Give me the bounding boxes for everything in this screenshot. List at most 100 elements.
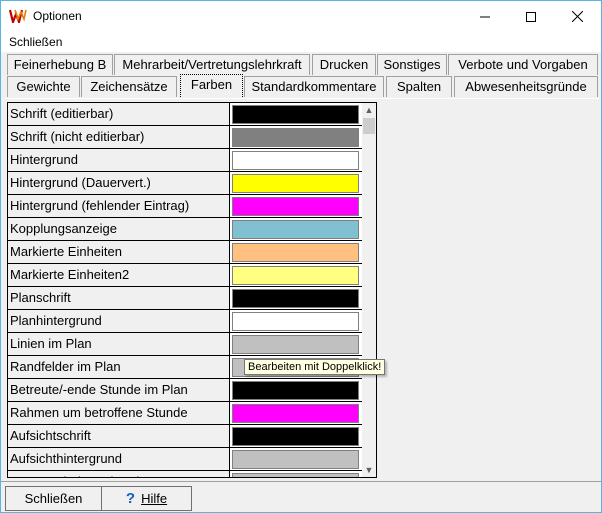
color-cell[interactable] bbox=[230, 172, 362, 195]
color-label: Aufsichthintergrund bbox=[8, 448, 230, 471]
color-cell[interactable] bbox=[230, 241, 362, 264]
color-swatch[interactable] bbox=[232, 266, 359, 285]
tab-mehrarbeit[interactable]: Mehrarbeit/Vertretungslehrkraft bbox=[114, 54, 310, 75]
tab-gewichte[interactable]: Gewichte bbox=[7, 76, 80, 97]
table-row[interactable]: Markierte Einheiten bbox=[8, 241, 376, 264]
color-cell[interactable] bbox=[230, 149, 362, 172]
minimize-icon bbox=[480, 16, 490, 17]
tab-feinerhebung-b[interactable]: Feinerhebung B bbox=[7, 54, 113, 75]
color-cell[interactable] bbox=[230, 310, 362, 333]
color-cell[interactable] bbox=[230, 103, 362, 126]
color-swatch[interactable] bbox=[232, 243, 359, 262]
table-row[interactable]: Markierte Einheiten2 bbox=[8, 264, 376, 287]
help-button-label: Hilfe bbox=[141, 491, 168, 506]
color-swatch[interactable] bbox=[232, 335, 359, 354]
tab-sonstiges[interactable]: Sonstiges bbox=[377, 54, 447, 75]
menu-close[interactable]: Schließen bbox=[9, 35, 62, 49]
table-row[interactable]: Schrift (editierbar) bbox=[8, 103, 376, 126]
maximize-button[interactable] bbox=[508, 1, 554, 32]
color-label: Planhintergrund bbox=[8, 310, 230, 333]
color-label: Hintergrund bbox=[8, 149, 230, 172]
color-swatch[interactable] bbox=[232, 473, 359, 477]
color-swatch[interactable] bbox=[232, 174, 359, 193]
table-row[interactable]: Hervorgehobene im Plan bbox=[8, 471, 376, 477]
scroll-up-icon[interactable]: ▲ bbox=[362, 103, 376, 117]
color-swatch[interactable] bbox=[232, 197, 359, 216]
options-window: Optionen Schließen Feinerhebung B Mehrar… bbox=[0, 0, 602, 513]
tab-strip: Feinerhebung B Mehrarbeit/Vertretungsleh… bbox=[1, 52, 601, 98]
color-swatch[interactable] bbox=[232, 128, 359, 147]
color-cell[interactable] bbox=[230, 333, 362, 356]
color-grid: Schrift (editierbar) Schrift (nicht editi… bbox=[7, 102, 377, 478]
button-bar: Schließen ? Hilfe bbox=[1, 481, 601, 512]
table-row[interactable]: Planschrift bbox=[8, 287, 376, 310]
help-button[interactable]: ? Hilfe bbox=[101, 486, 192, 511]
color-swatch[interactable] bbox=[232, 105, 359, 124]
color-label: Schrift (editierbar) bbox=[8, 103, 230, 126]
color-swatch[interactable] bbox=[232, 289, 359, 308]
menu-bar: Schließen bbox=[1, 32, 601, 52]
color-label: Planschrift bbox=[8, 287, 230, 310]
color-swatch[interactable] bbox=[232, 427, 359, 446]
table-row[interactable]: Linien im Plan bbox=[8, 333, 376, 356]
edit-tooltip: Bearbeiten mit Doppelklick! bbox=[244, 359, 386, 375]
color-cell[interactable] bbox=[230, 448, 362, 471]
table-row[interactable]: Betreute/-ende Stunde im Plan bbox=[8, 379, 376, 402]
help-icon: ? bbox=[125, 490, 136, 507]
minimize-button[interactable] bbox=[462, 1, 508, 32]
table-row[interactable]: Schrift (nicht editierbar) bbox=[8, 126, 376, 149]
close-button[interactable]: Schließen bbox=[5, 486, 102, 511]
color-swatch[interactable] bbox=[232, 220, 359, 239]
table-row[interactable]: Rahmen um betroffene Stunde bbox=[8, 402, 376, 425]
close-window-button[interactable] bbox=[554, 1, 600, 32]
color-label: Betreute/-ende Stunde im Plan bbox=[8, 379, 230, 402]
color-cell[interactable] bbox=[230, 425, 362, 448]
tab-standardkommentare[interactable]: Standardkommentare bbox=[244, 76, 384, 97]
color-cell[interactable] bbox=[230, 126, 362, 149]
color-label: Hintergrund (fehlender Eintrag) bbox=[8, 195, 230, 218]
close-icon bbox=[571, 11, 583, 22]
color-cell[interactable] bbox=[230, 287, 362, 310]
table-row[interactable]: Hintergrund (fehlender Eintrag) bbox=[8, 195, 376, 218]
table-row[interactable]: Aufsichtschrift bbox=[8, 425, 376, 448]
table-row[interactable]: Hintergrund (Dauervert.) bbox=[8, 172, 376, 195]
color-swatch[interactable] bbox=[232, 381, 359, 400]
scroll-thumb[interactable] bbox=[363, 118, 375, 134]
table-row[interactable]: Planhintergrund bbox=[8, 310, 376, 333]
farben-panel: Schrift (editierbar) Schrift (nicht editi… bbox=[5, 98, 599, 481]
color-swatch[interactable] bbox=[232, 312, 359, 331]
color-label: Hervorgehobene im Plan bbox=[8, 471, 230, 477]
color-cell[interactable] bbox=[230, 195, 362, 218]
color-cell[interactable] bbox=[230, 402, 362, 425]
tab-abwesenheitsgruende[interactable]: Abwesenheitsgründe bbox=[454, 76, 598, 97]
maximize-icon bbox=[526, 11, 536, 22]
app-logo-icon bbox=[9, 9, 27, 23]
color-label: Rahmen um betroffene Stunde bbox=[8, 402, 230, 425]
color-label: Linien im Plan bbox=[8, 333, 230, 356]
tab-verbote-vorgaben[interactable]: Verbote und Vorgaben bbox=[448, 54, 598, 75]
color-label: Markierte Einheiten bbox=[8, 241, 230, 264]
color-label: Hintergrund (Dauervert.) bbox=[8, 172, 230, 195]
table-row[interactable]: Hintergrund bbox=[8, 149, 376, 172]
color-label: Aufsichtschrift bbox=[8, 425, 230, 448]
color-cell[interactable] bbox=[230, 264, 362, 287]
color-cell[interactable] bbox=[230, 379, 362, 402]
tab-zeichensaetze[interactable]: Zeichensätze bbox=[81, 76, 177, 97]
table-row[interactable]: Aufsichthintergrund bbox=[8, 448, 376, 471]
color-cell[interactable] bbox=[230, 218, 362, 241]
color-label: Markierte Einheiten2 bbox=[8, 264, 230, 287]
tab-drucken[interactable]: Drucken bbox=[312, 54, 376, 75]
color-label: Randfelder im Plan bbox=[8, 356, 230, 379]
tab-spalten[interactable]: Spalten bbox=[386, 76, 452, 97]
color-swatch[interactable] bbox=[232, 404, 359, 423]
tab-farben[interactable]: Farben bbox=[180, 74, 243, 97]
title-bar[interactable]: Optionen bbox=[1, 1, 601, 32]
color-swatch[interactable] bbox=[232, 450, 359, 469]
vertical-scrollbar[interactable]: ▲ ▼ bbox=[362, 103, 376, 477]
color-label: Schrift (nicht editierbar) bbox=[8, 126, 230, 149]
table-row[interactable]: Kopplungsanzeige bbox=[8, 218, 376, 241]
color-swatch[interactable] bbox=[232, 151, 359, 170]
color-cell[interactable] bbox=[230, 471, 362, 477]
close-button-label: Schließen bbox=[24, 491, 83, 506]
scroll-down-icon[interactable]: ▼ bbox=[362, 463, 376, 477]
